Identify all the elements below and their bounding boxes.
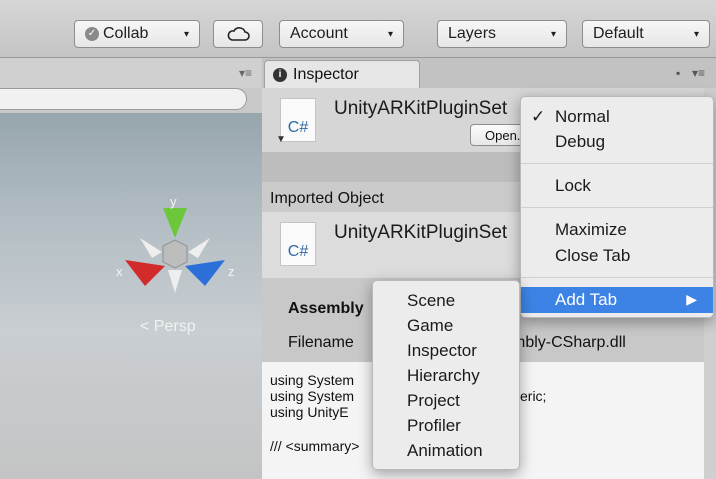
gizmo-z-cone[interactable] xyxy=(185,260,225,286)
file-icon-text: C# xyxy=(287,119,309,136)
scene-header: ▾≡ xyxy=(0,58,262,88)
account-label: Account xyxy=(290,25,348,42)
lock-icon[interactable]: ▪ xyxy=(676,66,680,80)
collab-button[interactable]: ✓ Collab ▾ xyxy=(74,20,200,48)
file-icon-text: C# xyxy=(287,243,309,260)
menu-separator xyxy=(521,207,713,208)
chevron-down-icon: ▾ xyxy=(183,28,189,40)
cloud-icon xyxy=(227,27,250,41)
filename-value: mbly-CSharp.dll xyxy=(512,334,626,351)
filename-label: Filename xyxy=(288,334,354,351)
account-dropdown[interactable]: Account ▾ xyxy=(279,20,404,48)
gizmo-z-label: z xyxy=(228,264,235,279)
tab-inspector-label: Inspector xyxy=(293,65,359,83)
submenu-item-scene[interactable]: Scene xyxy=(373,291,519,315)
scene-panel: ▾≡ y x z < Persp xyxy=(0,58,262,479)
collab-label: Collab xyxy=(103,25,149,42)
gizmo-bottom-cone[interactable] xyxy=(168,270,182,293)
scene-search-field[interactable] xyxy=(0,88,247,110)
persp-text: Persp xyxy=(153,318,196,335)
menu-item-maximize[interactable]: Maximize xyxy=(521,220,713,244)
layout-label: Default xyxy=(593,25,644,42)
checkmark-icon: ✓ xyxy=(531,107,546,126)
menu-item-normal-label: Normal xyxy=(555,107,610,126)
imported-asset-title: UnityARKitPluginSet xyxy=(334,222,508,243)
chevron-down-icon: ▾ xyxy=(693,28,699,40)
layers-label: Layers xyxy=(448,25,497,42)
layers-dropdown[interactable]: Layers ▾ xyxy=(437,20,567,48)
foldout-icon[interactable]: ▼ xyxy=(276,134,286,145)
scene-view[interactable]: y x z < Persp xyxy=(0,113,262,479)
persp-label[interactable]: < Persp xyxy=(140,318,196,336)
gizmo-y-label: y xyxy=(170,198,177,209)
menu-item-lock[interactable]: Lock xyxy=(521,176,713,200)
submenu-item-hierarchy[interactable]: Hierarchy xyxy=(373,366,519,390)
tab-inspector[interactable]: i Inspector xyxy=(264,60,420,88)
code-fragment: eric; xyxy=(520,388,547,404)
persp-marker-icon: < xyxy=(140,318,150,335)
inspector-context-menu: ✓ Normal Debug Lock Maximize Close Tab A… xyxy=(520,96,714,318)
menu-item-add-tab[interactable]: Add Tab ▶ xyxy=(521,287,713,313)
menu-item-normal[interactable]: ✓ Normal xyxy=(521,107,713,131)
add-tab-submenu: Scene Game Inspector Hierarchy Project P… xyxy=(372,280,520,470)
info-icon: i xyxy=(273,67,287,82)
gizmo-x-label: x xyxy=(116,264,123,279)
panel-menu-icon[interactable]: ▾≡ xyxy=(239,66,252,80)
assembly-label: Assembly xyxy=(288,300,364,317)
menu-separator xyxy=(521,163,713,164)
chevron-down-icon: ▾ xyxy=(387,28,393,40)
layout-dropdown[interactable]: Default ▾ xyxy=(582,20,710,48)
check-circle-icon: ✓ xyxy=(85,27,99,41)
gizmo-y-cone[interactable] xyxy=(163,208,187,238)
menu-separator xyxy=(521,277,713,278)
menu-item-add-tab-label: Add Tab xyxy=(555,290,618,309)
scene-gizmo[interactable]: y x z xyxy=(100,198,250,318)
main-toolbar: ✓ Collab ▾ Account ▾ Layers ▾ Default ▾ xyxy=(0,0,716,58)
gizmo-cube[interactable] xyxy=(162,239,188,269)
chevron-down-icon: ▾ xyxy=(550,28,556,40)
gizmo-left-cone[interactable] xyxy=(140,238,162,258)
submenu-item-profiler[interactable]: Profiler xyxy=(373,416,519,440)
panel-menu-icon[interactable]: ▾≡ xyxy=(692,66,705,80)
cloud-button[interactable] xyxy=(213,20,263,48)
gizmo-x-cone[interactable] xyxy=(125,260,165,286)
submenu-arrow-icon: ▶ xyxy=(686,291,697,307)
submenu-item-project[interactable]: Project xyxy=(373,391,519,415)
submenu-item-inspector[interactable]: Inspector xyxy=(373,341,519,365)
gizmo-right-cone[interactable] xyxy=(188,238,210,258)
submenu-item-game[interactable]: Game xyxy=(373,316,519,340)
menu-item-debug[interactable]: Debug xyxy=(521,132,713,156)
menu-item-close-tab[interactable]: Close Tab xyxy=(521,246,713,270)
csharp-file-icon: C# xyxy=(280,222,316,266)
submenu-item-animation[interactable]: Animation xyxy=(373,441,519,465)
asset-title: UnityARKitPluginSet xyxy=(334,98,508,119)
